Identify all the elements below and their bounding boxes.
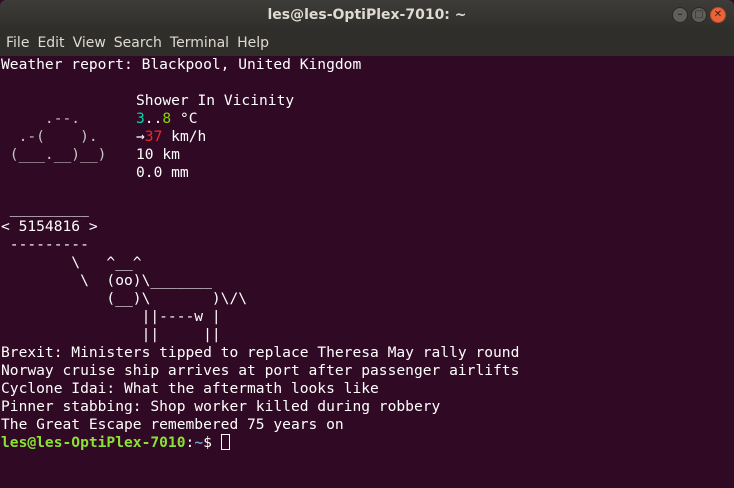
precipitation: 0.0 mm: [136, 164, 189, 181]
terminal-output[interactable]: Weather report: Blackpool, United Kingdo…: [1, 56, 723, 488]
cowsay-line: \ (oo)\_______: [1, 272, 212, 289]
menu-help[interactable]: Help: [233, 30, 273, 56]
headline: The Great Escape remembered 75 years on: [1, 416, 344, 433]
cowsay-line: ---------: [1, 236, 89, 253]
menu-file[interactable]: File: [2, 30, 33, 56]
headline: Cyclone Idai: What the aftermath looks l…: [1, 380, 379, 397]
headline: Norway cruise ship arrives at port after…: [1, 362, 520, 379]
temp-unit: °C: [171, 110, 198, 127]
prompt-user-host: les@les-OptiPlex-7010: [1, 434, 186, 451]
title-bar[interactable]: les@les-OptiPlex-7010: ~ – □ ✕: [0, 0, 734, 30]
text-cursor: [220, 434, 230, 450]
weather-condition: Shower In Vicinity: [136, 92, 295, 109]
temp-low: 3: [136, 110, 145, 127]
cowsay-line: < 5154816 >: [1, 218, 98, 235]
weather-row-visibility: (___.__)__) 10 km: [1, 146, 723, 164]
cloud-art-line: .-( ).: [1, 128, 116, 145]
menu-edit[interactable]: Edit: [33, 30, 68, 56]
cowsay-line: \ ^__^: [1, 254, 142, 271]
weather-row-wind: .-( ). →37 km/h: [1, 128, 723, 146]
prompt-symbol: $: [203, 434, 221, 451]
headline: Brexit: Ministers tipped to replace Ther…: [1, 344, 520, 361]
menu-bar: File Edit View Search Terminal Help: [0, 30, 734, 56]
weather-row-condition: Shower In Vicinity: [1, 92, 723, 110]
cloud-art-line: .--.: [1, 110, 116, 127]
temp-high: 8: [162, 110, 172, 127]
menu-view[interactable]: View: [69, 30, 110, 56]
weather-header: Weather report: Blackpool, United Kingdo…: [1, 56, 362, 73]
close-icon[interactable]: ✕: [710, 7, 726, 23]
menu-terminal[interactable]: Terminal: [166, 30, 233, 56]
wind-arrow-icon: →: [136, 128, 145, 145]
weather-row-temp: .--. 3..8 °C: [1, 110, 723, 128]
cowsay-line: || ||: [1, 326, 221, 343]
weather-row-precip: 0.0 mm: [1, 164, 723, 182]
wind-speed: 37: [144, 128, 163, 145]
temp-sep: ..: [144, 110, 163, 127]
visibility: 10 km: [136, 146, 180, 163]
menu-search[interactable]: Search: [110, 30, 166, 56]
maximize-icon[interactable]: □: [691, 7, 707, 23]
window-title: les@les-OptiPlex-7010: ~: [267, 7, 467, 23]
minimize-icon[interactable]: –: [672, 7, 688, 23]
wind-unit: km/h: [162, 128, 207, 145]
terminal-window: les@les-OptiPlex-7010: ~ – □ ✕ File Edit…: [0, 0, 734, 488]
cloud-art-line: (___.__)__): [1, 146, 116, 163]
cowsay-line: _________: [1, 200, 89, 217]
cowsay-line: ||----w |: [1, 308, 221, 325]
prompt-line[interactable]: les@les-OptiPlex-7010:~$: [1, 434, 723, 452]
prompt-sep: :: [185, 434, 195, 451]
cowsay-line: (__)\ )\/\: [1, 290, 248, 307]
scrollbar[interactable]: [723, 56, 734, 488]
headline: Pinner stabbing: Shop worker killed duri…: [1, 398, 441, 415]
prompt-path: ~: [194, 434, 204, 451]
